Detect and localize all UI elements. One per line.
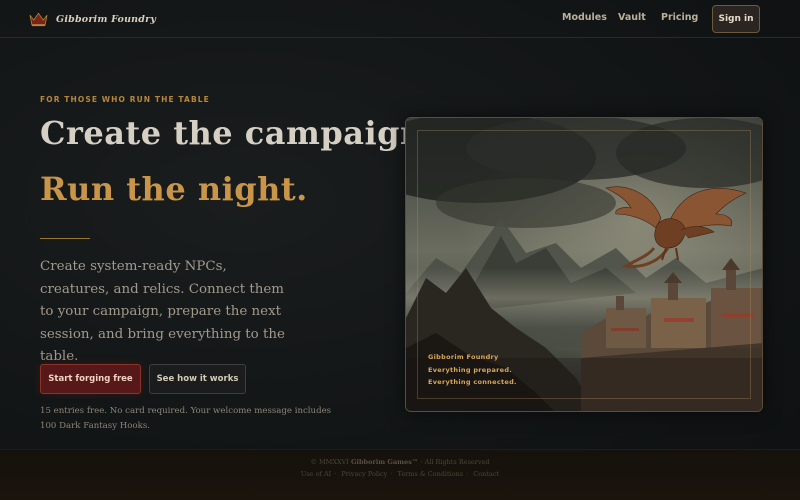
hero-lead: Create system-ready NPCs, creatures, and…	[40, 259, 285, 364]
footer-link-terms[interactable]: Terms & Conditions	[398, 470, 464, 478]
hero-artwork: Gibborim Foundry Everything prepared. Ev…	[405, 117, 763, 412]
brand-name: Gibborim Foundry	[56, 13, 157, 25]
hero-headline-line2: Run the night.	[40, 170, 308, 208]
copyright: © MMXXVI Gibborim Games™ · All Rights Re…	[0, 458, 800, 466]
copyright-name: Gibborim Games™	[350, 458, 419, 466]
footer-link-use-of-ai[interactable]: Use of AI	[301, 470, 331, 478]
see-how-it-works-button[interactable]: See how it works	[149, 364, 246, 394]
copyright-prefix: © MMXXVI	[310, 458, 349, 466]
top-nav: Gibborim Foundry Modules Vault Pricing S…	[0, 0, 800, 38]
art-caption-line1: Everything prepared.	[428, 366, 513, 374]
footer-link-privacy[interactable]: Privacy Policy	[341, 470, 387, 478]
start-forging-button[interactable]: Start forging free	[40, 364, 141, 394]
nav-link-vault[interactable]: Vault	[618, 12, 646, 23]
hero-eyebrow: FOR THOSE WHO RUN THE TABLE	[40, 95, 210, 104]
divider	[40, 238, 90, 239]
footer-links: Use of AI · Privacy Policy · Terms & Condi…	[300, 470, 500, 478]
crown-logo-icon	[29, 12, 48, 27]
hero-fine-print: 15 entries free. No card required. Your …	[40, 406, 332, 431]
footer-link-contact[interactable]: Contact	[473, 470, 499, 478]
art-caption-line2: Everything connected.	[428, 378, 517, 386]
sign-in-button[interactable]: Sign in	[712, 5, 760, 33]
copyright-suffix: · All Rights Reserved	[420, 458, 490, 466]
brand[interactable]: Gibborim Foundry	[29, 11, 156, 27]
nav-link-modules[interactable]: Modules	[562, 12, 607, 23]
footer: © MMXXVI Gibborim Games™ · All Rights Re…	[0, 449, 800, 500]
art-caption-title: Gibborim Foundry	[428, 353, 499, 361]
hero-headline-line1: Create the campaign.	[40, 114, 436, 152]
nav-link-pricing[interactable]: Pricing	[661, 12, 698, 23]
